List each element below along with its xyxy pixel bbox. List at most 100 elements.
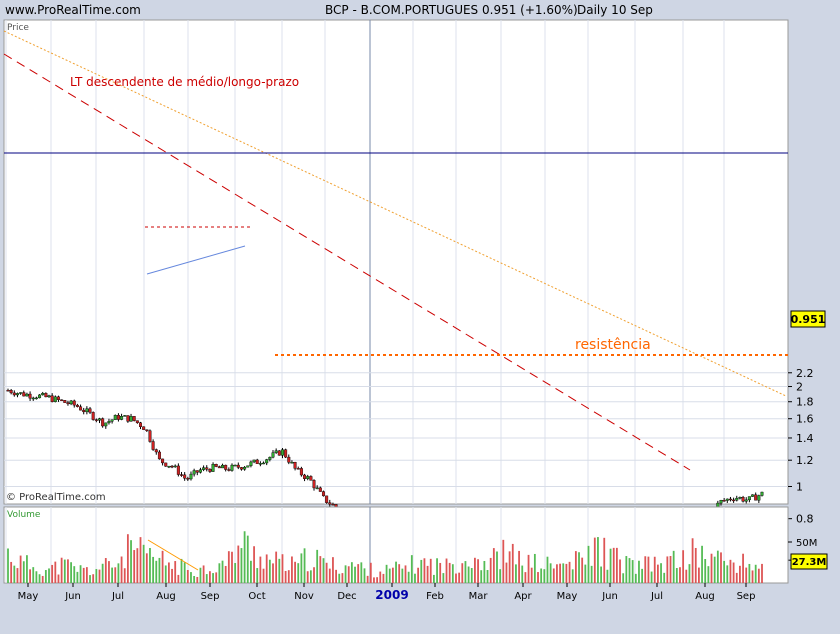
volume-panel: Volume <box>3 506 789 584</box>
volume-bar <box>508 551 511 583</box>
candle-body <box>243 466 247 470</box>
candle-body <box>331 503 335 506</box>
candle-body <box>107 421 111 424</box>
volume-bar <box>593 537 596 583</box>
volume-bar <box>161 550 164 583</box>
volume-bar <box>275 551 278 583</box>
price-panel-title: Price <box>7 23 29 33</box>
volume-bar <box>218 563 221 583</box>
volume-bar <box>313 567 315 583</box>
candle-body <box>44 393 48 398</box>
candle-body <box>741 497 745 502</box>
price-axis-label: 1.8 <box>796 396 814 409</box>
volume-bar <box>85 567 88 583</box>
volume-bar <box>540 568 543 583</box>
candle-body <box>284 449 288 458</box>
volume-bar <box>669 556 672 583</box>
time-axis-label: Sep <box>201 591 220 602</box>
volume-bar <box>22 561 25 583</box>
candle-body <box>9 390 13 394</box>
candle-body <box>69 400 73 405</box>
candle-body <box>299 468 303 476</box>
volume-bar <box>183 562 186 583</box>
volume-bar <box>231 551 233 583</box>
candle-body <box>139 422 143 427</box>
candle-body <box>97 418 101 421</box>
volume-bar <box>104 558 107 583</box>
volume-bar <box>202 565 205 583</box>
candle-body <box>38 394 42 399</box>
candle-body <box>290 462 294 464</box>
volume-bar <box>698 567 700 583</box>
volume-bar <box>622 573 625 583</box>
volume-bar <box>653 556 656 583</box>
volume-bar <box>309 570 312 583</box>
price-panel: Price LT descendente de médio/longo-praz… <box>3 19 789 566</box>
volume-bar <box>647 556 650 583</box>
candle-body <box>221 464 225 469</box>
volume-bar <box>735 572 738 583</box>
volume-bar <box>552 568 555 583</box>
watermark: © ProRealTime.com <box>6 492 106 503</box>
candle-body <box>126 415 130 422</box>
volume-bar <box>227 551 230 583</box>
candle-body <box>230 464 234 471</box>
candle-body <box>151 441 155 450</box>
volume-bar <box>590 565 593 583</box>
volume-bar <box>644 556 647 583</box>
volume-bar <box>565 563 568 583</box>
volume-bar <box>701 545 703 583</box>
volume-bar <box>675 568 678 583</box>
volume-bar <box>234 563 237 583</box>
candle-body <box>85 408 89 413</box>
candle-body <box>170 465 174 468</box>
volume-bar <box>704 559 707 583</box>
time-axis-label: Jun <box>64 591 81 602</box>
volume-bar <box>470 568 473 583</box>
volume-bar <box>212 573 214 583</box>
volume-bar <box>300 553 303 583</box>
volume-bar <box>455 573 457 583</box>
volume-bar <box>521 565 524 583</box>
volume-bar <box>511 543 514 583</box>
volume-bar <box>382 573 385 583</box>
volume-bar <box>253 546 255 583</box>
volume-bar <box>761 563 763 583</box>
candle-body <box>328 502 332 505</box>
volume-bar <box>707 566 710 583</box>
volume-bar <box>581 557 584 583</box>
candle-body <box>719 500 723 504</box>
volume-bar <box>332 557 334 583</box>
candle-body <box>198 469 202 473</box>
volume-bar <box>398 564 401 583</box>
candle-body <box>186 478 190 480</box>
volume-bar <box>619 559 621 583</box>
volume-bar <box>634 573 637 583</box>
volume-bar <box>29 569 31 583</box>
candle-body <box>296 468 300 470</box>
volume-bar <box>70 562 72 583</box>
volume-bar <box>237 545 240 583</box>
volume-bar <box>209 571 211 583</box>
volume-bar <box>502 539 505 583</box>
volume-bar <box>363 568 366 583</box>
candle-body <box>271 452 275 458</box>
candle-body <box>211 464 215 472</box>
candle-body <box>101 418 105 427</box>
volume-bar <box>259 556 262 583</box>
volume-bar <box>350 562 353 583</box>
candle-body <box>318 487 322 492</box>
volume-bar <box>284 570 287 583</box>
volume-bar <box>631 560 634 583</box>
candle-body <box>747 496 751 501</box>
volume-bar <box>587 545 590 583</box>
volume-bar <box>114 567 117 583</box>
candle-body <box>208 469 212 472</box>
time-axis-label: Aug <box>695 591 715 602</box>
volume-bar <box>136 548 139 583</box>
volume-bar <box>395 561 397 583</box>
volume-bar <box>489 557 492 583</box>
candle-body <box>34 397 38 400</box>
candle-body <box>744 499 748 502</box>
volume-bar <box>486 570 489 583</box>
